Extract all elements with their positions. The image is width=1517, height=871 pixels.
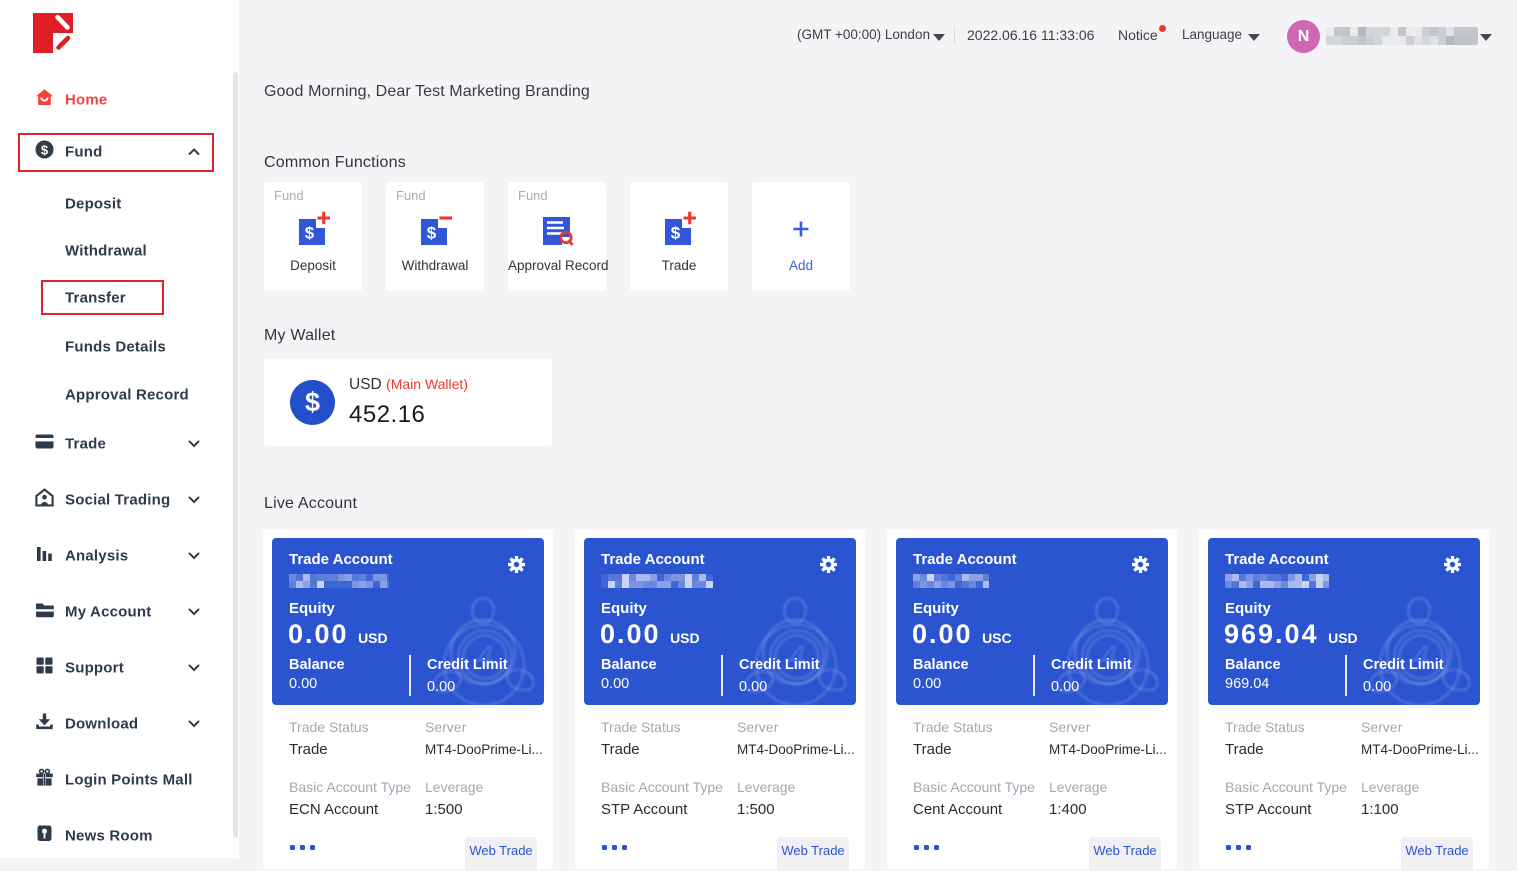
svg-text:$: $ [671,224,681,243]
svg-text:$: $ [427,224,437,243]
svg-text:$: $ [305,224,315,243]
svg-text:$: $ [41,142,49,157]
